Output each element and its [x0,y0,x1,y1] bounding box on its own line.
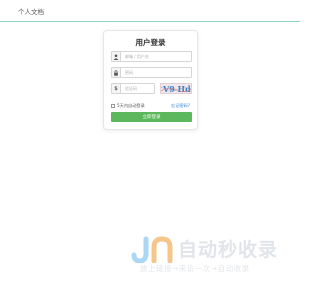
login-button[interactable]: 立即登录 [111,112,192,122]
watermark-title: 自动秒收录 [178,239,279,261]
site-title[interactable]: 个人文档 [18,6,44,16]
captcha-noise [161,86,191,92]
remember-checkbox[interactable] [111,104,115,108]
captcha-field[interactable]: $ 验证码 [111,83,155,94]
forgot-password-link[interactable]: 忘记密码? [171,103,190,109]
captcha-placeholder: 验证码 [125,85,137,91]
username-field[interactable]: 邮箱 / 用户名 [111,51,192,62]
password-placeholder: 密码 [125,69,133,75]
watermark: 自动秒收录 放上链接→来访一次→自动收录 [130,233,280,278]
dollar-icon: $ [112,84,121,93]
watermark-logo [131,236,173,263]
login-card: 用户登录 邮箱 / 用户名 密码 $ 验证码 V9 Hd 5天内自动登录 忘记密… [103,30,198,130]
user-icon [112,52,121,61]
username-placeholder: 邮箱 / 用户名 [125,53,149,59]
remember-label: 5天内自动登录 [117,103,145,108]
top-bar: 个人文档 [0,0,300,22]
login-title: 用户登录 [135,38,166,47]
password-field[interactable]: 密码 [111,67,192,78]
remember-me[interactable]: 5天内自动登录 [111,103,145,109]
watermark-subtitle: 放上链接→来访一次→自动收录 [140,264,250,273]
lock-icon [112,68,121,77]
captcha-image[interactable]: V9 Hd [160,83,192,94]
